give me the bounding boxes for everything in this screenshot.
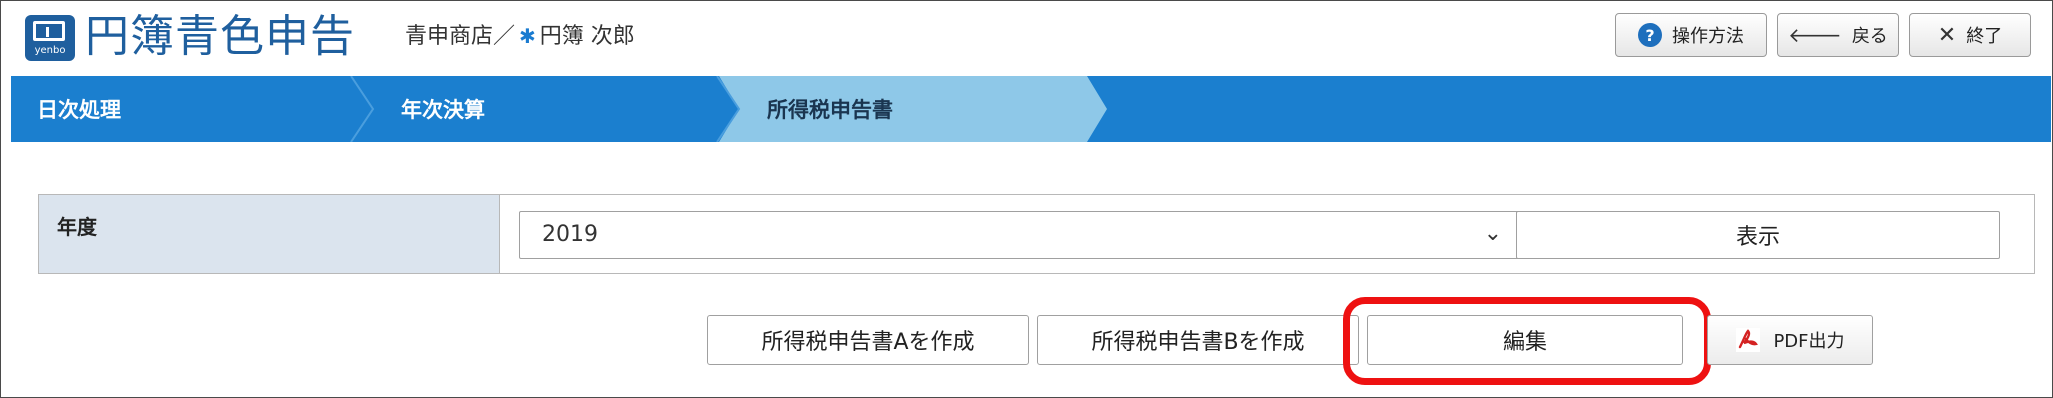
tab-income-tax-label: 所得税申告書 [767,98,893,122]
user-info: 青申商店／ ✱ 円簿 次郎 [405,21,635,52]
pdf-label: PDF出力 [1773,331,1845,352]
exit-button[interactable]: ✕ 終了 [1909,13,2031,57]
back-button[interactable]: 🡐 戻る [1777,13,1899,57]
tab-annual[interactable]: 年次決算 [401,76,485,142]
tab-chevrons [350,76,1107,142]
exit-label: 終了 [1966,26,2003,47]
pdf-icon [1736,328,1761,352]
help-icon: ? [1638,23,1662,47]
close-icon: ✕ [1937,22,1957,48]
tab-daily-label: 日次処理 [37,98,121,122]
create-b-button[interactable]: 所得税申告書Bを作成 [1037,315,1359,365]
arrow-left-icon: 🡐 [1788,23,1842,47]
app-window: yenbo 円簿青色申告 青申商店／ ✱ 円簿 次郎 ? 操作方法 🡐 戻る ✕ 終… [0,0,2053,398]
user-name: 円簿 次郎 [539,24,635,49]
tab-daily[interactable]: 日次処理 [37,76,121,142]
pdf-output-button[interactable]: PDF出力 [1707,315,1873,365]
star-icon: ✱ [519,24,536,48]
year-label-cell: 年度 [39,195,500,273]
back-label: 戻る [1851,26,1888,47]
help-label: 操作方法 [1672,26,1744,47]
year-label: 年度 [57,215,97,239]
store-name: 青申商店／ [405,24,516,49]
app-logo-icon: yenbo [25,15,75,61]
header: yenbo 円簿青色申告 青申商店／ ✱ 円簿 次郎 ? 操作方法 🡐 戻る ✕ 終… [1,1,2052,73]
tab-bar: 日次処理 年次決算 所得税申告書 [11,76,2051,142]
help-button[interactable]: ? 操作方法 [1615,13,1767,57]
chevron-down-icon: ⌄ [1483,221,1502,246]
highlight-box [1343,297,1711,385]
create-a-button[interactable]: 所得税申告書Aを作成 [707,315,1029,365]
year-value: 2019 [542,222,598,247]
year-form: 年度 2019 ⌄ 表示 [38,194,2035,274]
tab-annual-label: 年次決算 [401,98,485,122]
tab-income-tax[interactable]: 所得税申告書 [767,76,893,142]
year-select[interactable]: 2019 ⌄ [519,211,1519,259]
show-button[interactable]: 表示 [1516,211,2000,259]
app-title: 円簿青色申告 [85,11,355,62]
